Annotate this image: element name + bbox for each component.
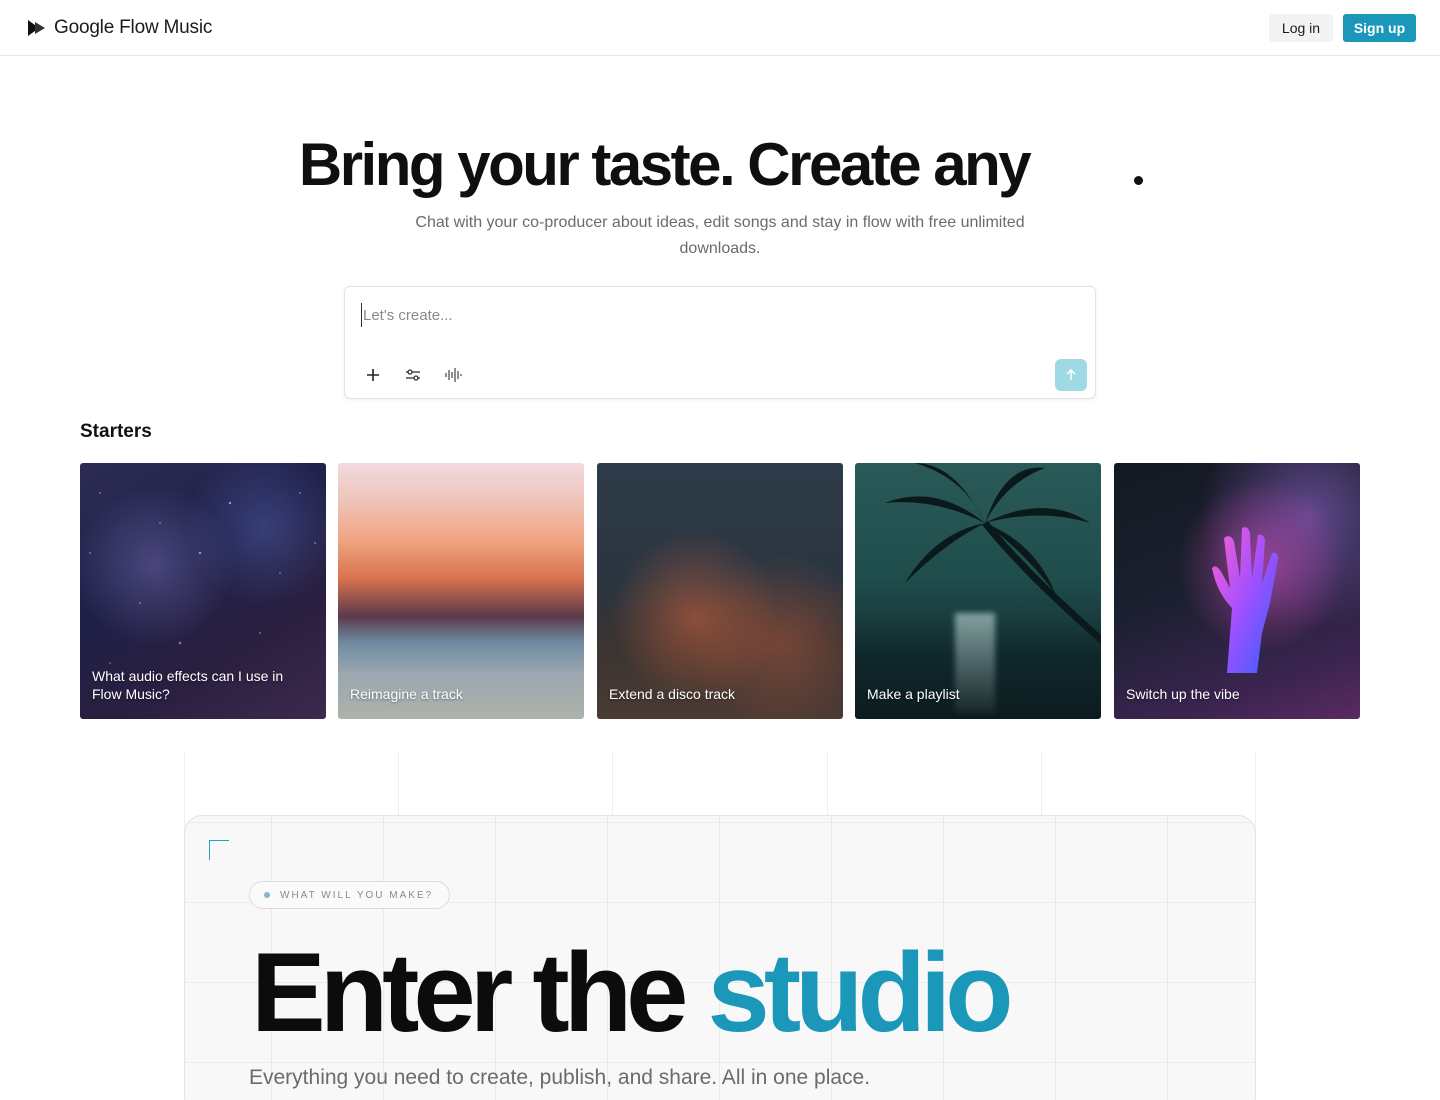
studio-title-accent: studio <box>707 930 1014 1055</box>
palm-tree-image <box>885 463 1101 645</box>
waveform-icon[interactable] <box>441 363 465 387</box>
starter-card-label: What audio effects can I use in Flow Mus… <box>92 668 284 702</box>
starters-heading: Starters <box>80 421 152 442</box>
brand[interactable]: Google Flow Music <box>28 16 212 40</box>
login-button[interactable]: Log in <box>1269 14 1333 42</box>
hero-subtitle: Chat with your co-producer about ideas, … <box>415 214 1025 257</box>
eyebrow-pill: WHAT WILL YOU MAKE? <box>249 881 451 909</box>
hero-title-text: Bring your taste. Create any <box>298 131 1032 198</box>
studio-title-main: Enter the <box>251 930 688 1055</box>
flow-logo-icon <box>28 20 45 36</box>
starter-card-label: Reimagine a track <box>350 686 463 702</box>
studio-section: WHAT WILL YOU MAKE? Enter the studio Eve… <box>184 815 1256 1100</box>
starter-card-label: Switch up the vibe <box>1126 686 1240 702</box>
top-nav: Google Flow Music Log in Sign up <box>0 0 1440 56</box>
prompt-input[interactable] <box>361 303 1061 327</box>
studio-subtitle: Everything you need to create, publish, … <box>249 1066 871 1089</box>
studio-title: Enter the studio <box>251 928 1014 1058</box>
prompt-box <box>344 286 1096 399</box>
starter-card-label: Make a playlist <box>867 686 960 702</box>
neon-hand-image <box>1212 527 1278 673</box>
starter-card-label: Extend a disco track <box>609 686 736 702</box>
tune-icon[interactable] <box>401 363 425 387</box>
brand-name: Google Flow Music <box>54 17 213 38</box>
pill-dot-icon <box>264 892 270 898</box>
starter-card-switch-vibe[interactable]: Switch up the vibe <box>1114 463 1360 719</box>
starter-card-audio-effects[interactable]: What audio effects can I use in Flow Mus… <box>80 463 326 719</box>
corner-bracket <box>209 840 229 860</box>
plus-icon[interactable] <box>361 363 385 387</box>
arrow-up-icon <box>1066 368 1076 380</box>
eyebrow-text: WHAT WILL YOU MAKE? <box>280 889 434 901</box>
hero-title-period <box>1134 176 1143 185</box>
starter-card-reimagine[interactable]: Reimagine a track <box>338 463 584 719</box>
send-button[interactable] <box>1055 359 1087 391</box>
starter-card-extend-disco[interactable]: Extend a disco track <box>597 463 843 719</box>
hero-title: Bring your taste. Create any <box>0 130 1440 199</box>
signup-button[interactable]: Sign up <box>1343 14 1416 42</box>
starter-card-playlist[interactable]: Make a playlist <box>855 463 1101 719</box>
